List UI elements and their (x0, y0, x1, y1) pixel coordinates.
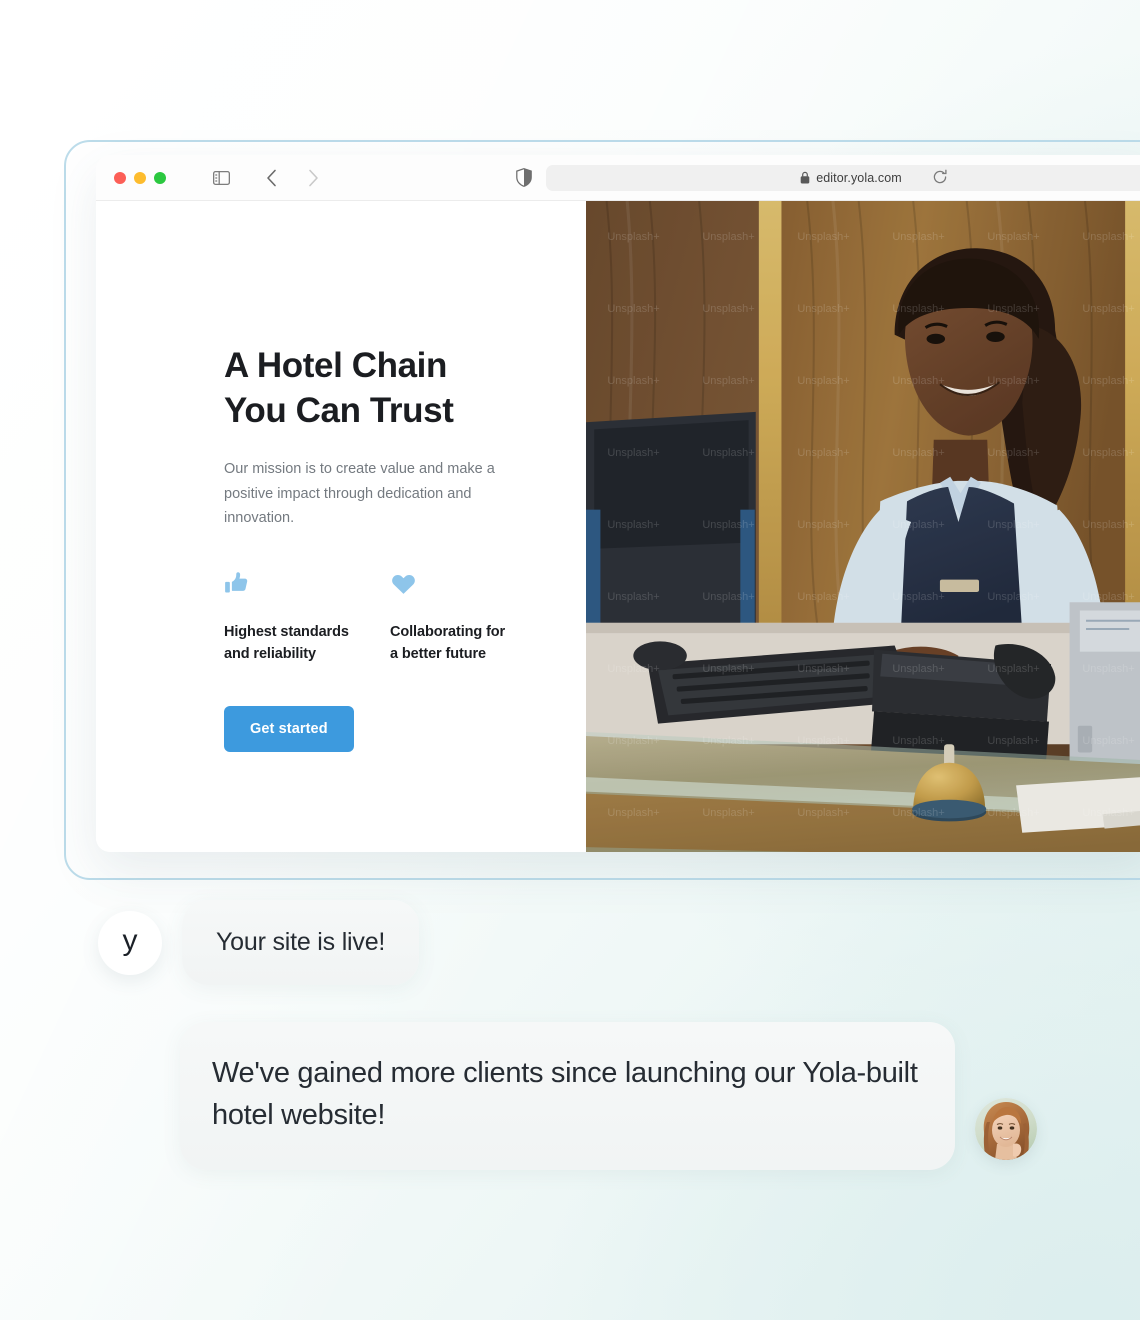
feature-label-collaborating-line-1: Collaborating for (390, 624, 506, 641)
hero-title-line-1: A Hotel Chain (224, 346, 447, 385)
get-started-button[interactable]: Get started (224, 705, 354, 752)
chat-bubble-testimonial: We've gained more clients since launchin… (180, 1022, 955, 1171)
hero-subtitle: Our mission is to create value and make … (224, 461, 495, 526)
feature-item-collaborating: Collaborating for a better future (390, 570, 520, 666)
address-bar[interactable]: editor.yola.com (546, 164, 1140, 191)
page-title: A Hotel Chain You Can Trust (224, 343, 524, 433)
sidebar-toggle-icon[interactable] (208, 165, 234, 191)
feature-label-standards: Highest standards and reliability (224, 622, 354, 666)
back-icon[interactable] (258, 165, 284, 191)
forward-icon[interactable] (300, 165, 326, 191)
feature-label-collaborating-line-2: a better future (390, 646, 486, 663)
address-bar-area: editor.yola.com (516, 164, 1140, 191)
minimize-button[interactable] (134, 171, 146, 184)
shield-icon[interactable] (516, 167, 536, 188)
thumbs-up-icon (224, 570, 354, 600)
feature-label-collaborating: Collaborating for a better future (390, 622, 520, 666)
yola-logo-avatar: y (98, 910, 162, 975)
close-button[interactable] (114, 171, 126, 184)
avatar (975, 1098, 1037, 1161)
heart-icon (390, 570, 520, 600)
hero-photo-image (586, 201, 1140, 852)
hero-photo: Unsplash+ Unsplash+ Unsplash+ Unsplash+ … (586, 201, 1140, 852)
browser-titlebar: editor.yola.com (96, 155, 1140, 201)
feature-list: Highest standards and reliability Collabo… (224, 570, 586, 666)
hero-left-column: A Hotel Chain You Can Trust Our mission i… (96, 201, 586, 852)
feature-label-standards-line-1: Highest standards (224, 624, 349, 641)
browser-nav-group (208, 165, 326, 191)
avatar-photo (975, 1098, 1037, 1161)
window-controls (114, 171, 166, 184)
chat-bubble-site-live: Your site is live! (182, 900, 420, 985)
chat-message-2: We've gained more clients since launchin… (180, 1022, 1060, 1171)
zoom-button[interactable] (154, 171, 166, 184)
feature-item-standards: Highest standards and reliability (224, 570, 354, 666)
browser-window: editor.yola.com A Hotel Chain You Can Tru… (96, 155, 1140, 852)
reload-icon[interactable] (932, 169, 950, 187)
address-bar-url: editor.yola.com (816, 170, 902, 185)
chat-message-1: y Your site is live! (98, 900, 420, 985)
lock-icon (800, 171, 810, 184)
address-bar-content: editor.yola.com (800, 171, 902, 185)
feature-label-standards-line-2: and reliability (224, 646, 316, 663)
site-preview: A Hotel Chain You Can Trust Our mission i… (96, 201, 1140, 852)
hero-title-line-2: You Can Trust (224, 391, 454, 431)
